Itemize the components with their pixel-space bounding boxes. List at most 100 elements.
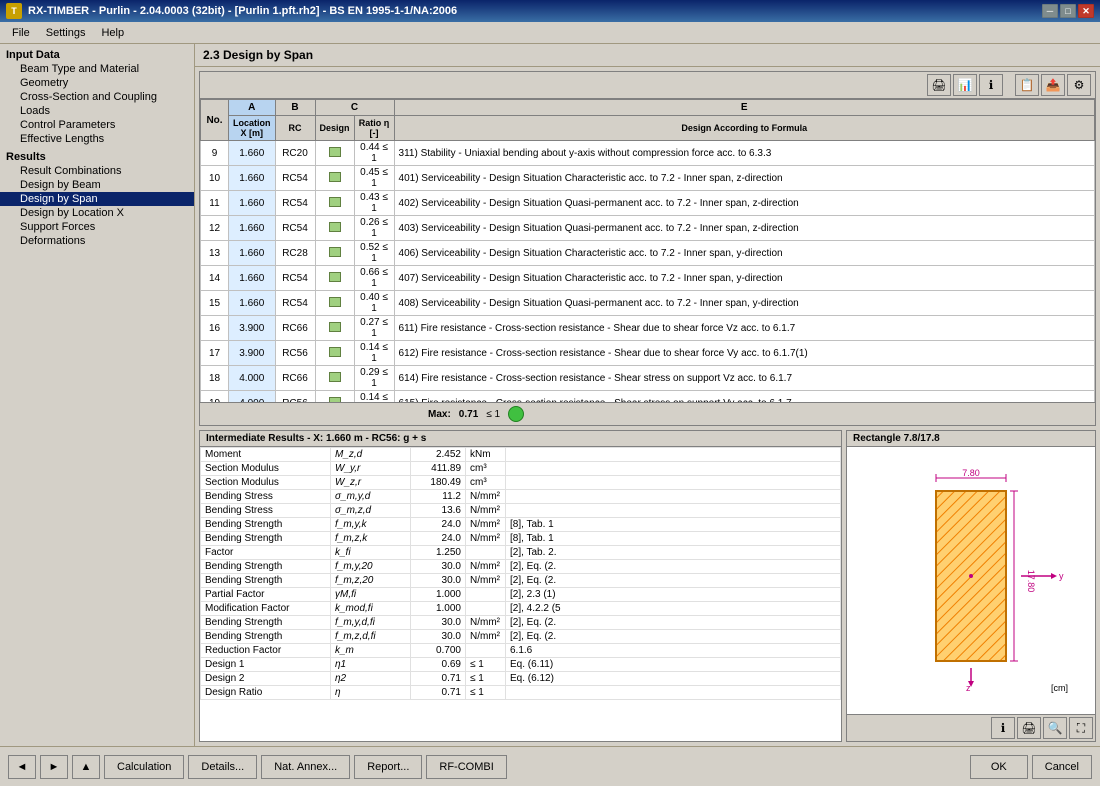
ir-cell-label: Reduction Factor	[201, 644, 331, 658]
cell-formula: 402) Serviceability - Design Situation Q…	[394, 191, 1094, 216]
ir-cell-unit	[466, 588, 506, 602]
cs-print-btn[interactable]: 🖨	[1017, 717, 1041, 739]
ir-cell-symbol: γM,fi	[331, 588, 411, 602]
ir-cell-label: Section Modulus	[201, 462, 331, 476]
cs-expand-btn[interactable]: ⛶	[1069, 717, 1093, 739]
toolbar-print-btn[interactable]: 🖨	[927, 74, 951, 96]
menu-settings[interactable]: Settings	[38, 25, 94, 41]
sidebar-item-loads[interactable]: Loads	[0, 104, 194, 118]
sidebar-item-geometry[interactable]: Geometry	[0, 76, 194, 90]
header-design: Design	[315, 116, 354, 141]
cell-indicator	[315, 266, 354, 291]
ir-cell-ref	[506, 448, 841, 462]
cell-ratio: 0.40 ≤ 1	[354, 291, 394, 316]
nav-next-btn[interactable]: ►	[40, 755, 68, 779]
cell-formula: 407) Serviceability - Design Situation C…	[394, 266, 1094, 291]
ir-cell-unit: ≤ 1	[466, 686, 506, 700]
max-le-label: ≤ 1	[486, 409, 500, 420]
close-button[interactable]: ✕	[1078, 4, 1094, 18]
table-row[interactable]: 11 1.660 RC54 0.43 ≤ 1 402) Serviceabili…	[201, 191, 1095, 216]
ir-cell-symbol: σ_m,y,d	[331, 490, 411, 504]
maximize-button[interactable]: □	[1060, 4, 1076, 18]
table-row[interactable]: 16 3.900 RC66 0.27 ≤ 1 611) Fire resista…	[201, 316, 1095, 341]
header-col-b: B	[275, 100, 315, 116]
details-button[interactable]: Details...	[188, 755, 257, 779]
ir-cell-ref: [2], Eq. (2.	[506, 616, 841, 630]
sidebar-item-design-by-span[interactable]: Design by Span	[0, 192, 194, 206]
table-row[interactable]: 13 1.660 RC28 0.52 ≤ 1 406) Serviceabili…	[201, 241, 1095, 266]
ir-cell-label: Section Modulus	[201, 476, 331, 490]
bottom-toolbar: ◄ ► ▲ Calculation Details... Nat. Annex.…	[0, 746, 1100, 786]
cell-no: 10	[201, 166, 229, 191]
cell-formula: 401) Serviceability - Design Situation C…	[394, 166, 1094, 191]
cell-loc: 1.660	[229, 191, 276, 216]
report-button[interactable]: Report...	[354, 755, 422, 779]
table-row[interactable]: 19 4.000 RC56 0.14 ≤ 1 615) Fire resista…	[201, 391, 1095, 403]
ir-cell-symbol: f_m,z,k	[331, 532, 411, 546]
menu-file[interactable]: File	[4, 25, 38, 41]
table-row[interactable]: 10 1.660 RC54 0.45 ≤ 1 401) Serviceabili…	[201, 166, 1095, 191]
rf-combi-button[interactable]: RF-COMBI	[426, 755, 506, 779]
toolbar-chart-btn[interactable]: 📊	[953, 74, 977, 96]
toolbar-info-btn[interactable]: ℹ	[979, 74, 1003, 96]
ir-cell-label: Factor	[201, 546, 331, 560]
table-row[interactable]: 17 3.900 RC56 0.14 ≤ 1 612) Fire resista…	[201, 341, 1095, 366]
cs-zoom-btn[interactable]: 🔍	[1043, 717, 1067, 739]
sidebar-item-design-by-location[interactable]: Design by Location X	[0, 206, 194, 220]
sidebar-item-effective-lengths[interactable]: Effective Lengths	[0, 132, 194, 146]
nav-up-btn[interactable]: ▲	[72, 755, 100, 779]
ir-cell-label: Design 1	[201, 658, 331, 672]
ir-cell-unit: cm³	[466, 476, 506, 490]
ir-cell-unit	[466, 546, 506, 560]
ir-cell-symbol: k_mod,fi	[331, 602, 411, 616]
ir-cell-value: 0.71	[411, 686, 466, 700]
header-formula: Design According to Formula	[394, 116, 1094, 141]
ir-row: Bending Strength f_m,y,k 24.0 N/mm² [8],…	[201, 518, 841, 532]
ir-cell-label: Bending Strength	[201, 518, 331, 532]
sidebar-item-beam-type[interactable]: Beam Type and Material	[0, 62, 194, 76]
ir-cell-value: 30.0	[411, 560, 466, 574]
ir-row: Design 2 η2 0.71 ≤ 1 Eq. (6.12)	[201, 672, 841, 686]
sidebar-item-design-by-beam[interactable]: Design by Beam	[0, 178, 194, 192]
results-table: No. A B C E LocationX [m] RC Design Rati…	[200, 99, 1095, 402]
toolbar-copy-btn[interactable]: 📋	[1015, 74, 1039, 96]
minimize-button[interactable]: ─	[1042, 4, 1058, 18]
cell-rc: RC66	[275, 316, 315, 341]
ir-cell-label: Design 2	[201, 672, 331, 686]
ir-cell-unit: N/mm²	[466, 532, 506, 546]
table-row[interactable]: 12 1.660 RC54 0.26 ≤ 1 403) Serviceabili…	[201, 216, 1095, 241]
table-row[interactable]: 9 1.660 RC20 0.44 ≤ 1 311) Stability - U…	[201, 141, 1095, 166]
max-value: 0.71	[459, 409, 478, 420]
sidebar-item-control-params[interactable]: Control Parameters	[0, 118, 194, 132]
nav-prev-btn[interactable]: ◄	[8, 755, 36, 779]
ir-cell-value: 0.700	[411, 644, 466, 658]
ir-cell-ref: [2], Tab. 2.	[506, 546, 841, 560]
ir-row: Partial Factor γM,fi 1.000 [2], 2.3 (1)	[201, 588, 841, 602]
nat-annex-button[interactable]: Nat. Annex...	[261, 755, 350, 779]
ir-cell-label: Bending Strength	[201, 630, 331, 644]
ir-cell-symbol: η1	[331, 658, 411, 672]
ir-cell-ref: Eq. (6.11)	[506, 658, 841, 672]
cs-info-btn[interactable]: ℹ	[991, 717, 1015, 739]
sidebar-item-cross-section[interactable]: Cross-Section and Coupling	[0, 90, 194, 104]
calculation-button[interactable]: Calculation	[104, 755, 184, 779]
ir-cell-unit: N/mm²	[466, 490, 506, 504]
ir-row: Bending Strength f_m,y,d,fi 30.0 N/mm² […	[201, 616, 841, 630]
ir-cell-ref	[506, 476, 841, 490]
ir-cell-ref: [2], 2.3 (1)	[506, 588, 841, 602]
toolbar-settings-btn[interactable]: ⚙	[1067, 74, 1091, 96]
ir-cell-symbol: f_m,y,d,fi	[331, 616, 411, 630]
sidebar-item-support-forces[interactable]: Support Forces	[0, 220, 194, 234]
cancel-button[interactable]: Cancel	[1032, 755, 1092, 779]
toolbar-export-btn[interactable]: 📤	[1041, 74, 1065, 96]
sidebar-item-result-combinations[interactable]: Result Combinations	[0, 164, 194, 178]
table-row[interactable]: 18 4.000 RC66 0.29 ≤ 1 614) Fire resista…	[201, 366, 1095, 391]
table-row[interactable]: 14 1.660 RC54 0.66 ≤ 1 407) Serviceabili…	[201, 266, 1095, 291]
ir-cell-ref	[506, 504, 841, 518]
cell-rc: RC54	[275, 166, 315, 191]
ok-button[interactable]: OK	[970, 755, 1028, 779]
table-row[interactable]: 15 1.660 RC54 0.40 ≤ 1 408) Serviceabili…	[201, 291, 1095, 316]
sidebar-item-deformations[interactable]: Deformations	[0, 234, 194, 248]
menu-help[interactable]: Help	[93, 25, 132, 41]
ir-cell-ref: [2], Eq. (2.	[506, 560, 841, 574]
